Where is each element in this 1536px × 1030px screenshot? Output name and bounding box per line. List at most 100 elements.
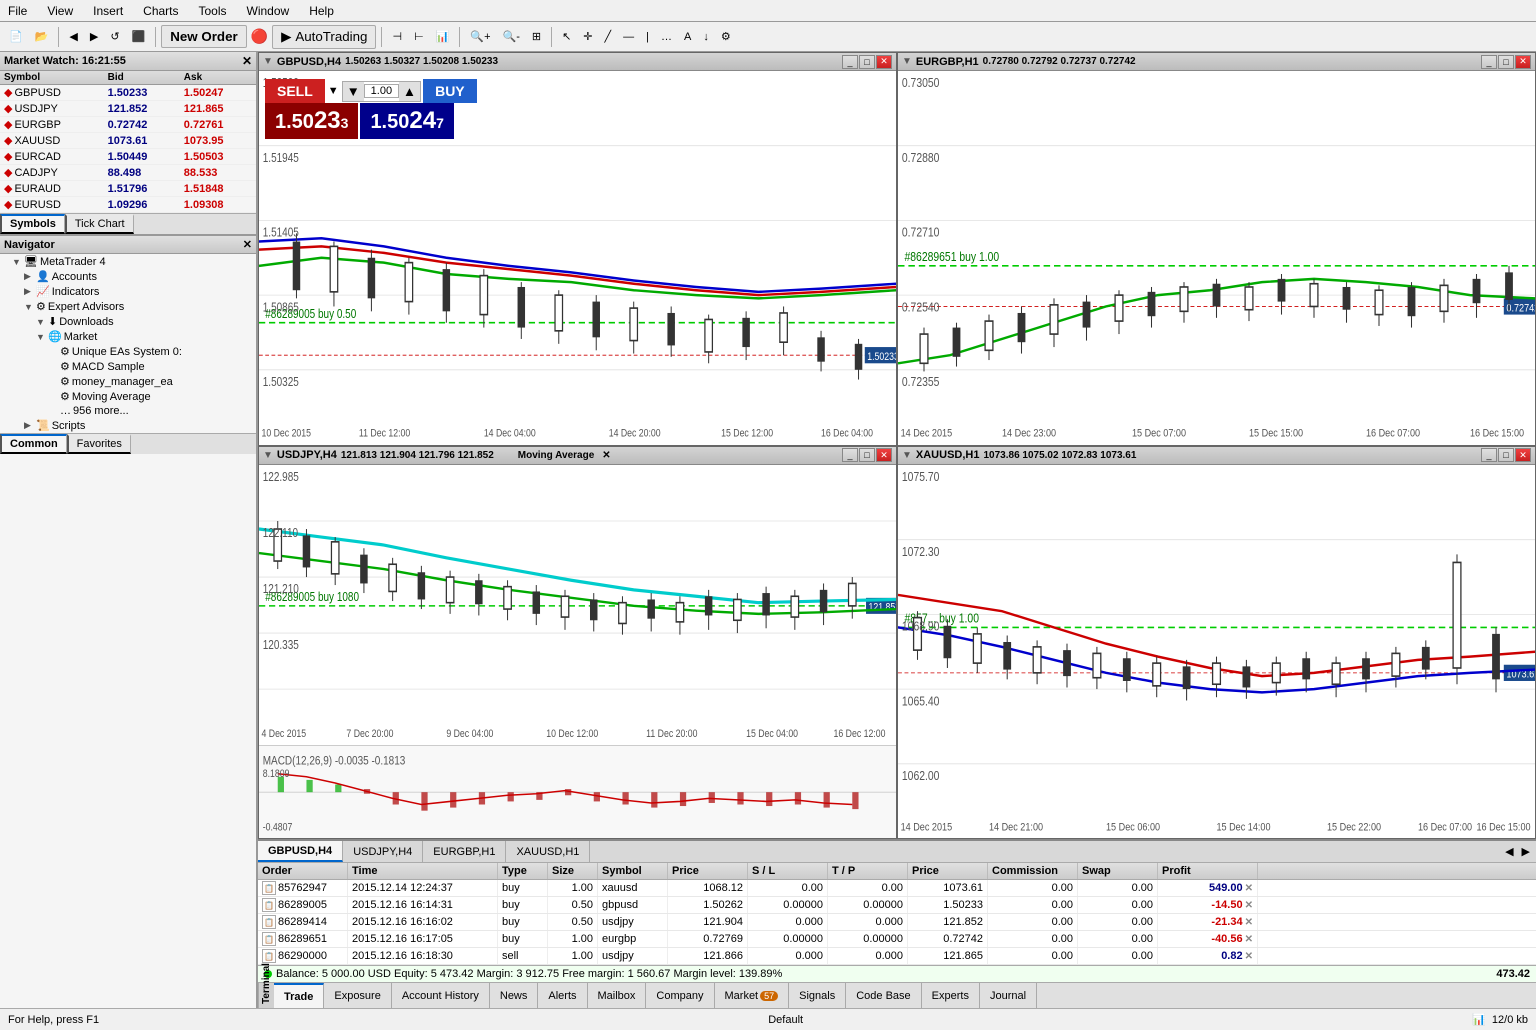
order-row[interactable]: 📋 86289005 2015.12.16 16:14:31 buy 0.50 … xyxy=(258,897,1536,914)
hline-btn[interactable]: — xyxy=(618,28,639,46)
nav-tree-item[interactable]: ▼🖥 MetaTrader 4 xyxy=(0,254,256,269)
stop-btn[interactable]: ⬛ xyxy=(127,27,151,46)
zoom-in-btn[interactable]: 🔍+ xyxy=(465,27,495,46)
forward-btn[interactable]: ▶ xyxy=(85,27,103,46)
chart-gbpusd-close[interactable]: ✕ xyxy=(876,55,892,69)
nav-tree-item[interactable]: ▼⬇ Downloads xyxy=(0,314,256,329)
crosshair-btn[interactable]: ✛ xyxy=(578,27,597,46)
nav-tree-item[interactable]: ⚙ Moving Average xyxy=(0,389,256,404)
chart-tab-0[interactable]: GBPUSD,H4 xyxy=(258,841,343,862)
grid-btn[interactable]: ⊞ xyxy=(527,27,546,46)
order-row[interactable]: 📋 86290000 2015.12.16 16:18:30 sell 1.00… xyxy=(258,948,1536,965)
nav-tree-item[interactable]: ▶📈 Indicators xyxy=(0,284,256,299)
buy-button[interactable]: BUY xyxy=(423,79,477,103)
chart-xauusd-restore[interactable]: □ xyxy=(1498,448,1514,462)
menu-tools[interactable]: Tools xyxy=(195,3,231,19)
market-row[interactable]: ◆EURAUD 1.51796 1.51848 xyxy=(0,181,256,197)
period-btn[interactable]: 📊 xyxy=(431,27,455,46)
chart-usdjpy-indicator-close[interactable]: ✕ xyxy=(602,450,610,461)
trade-tab[interactable]: Trade xyxy=(274,983,324,1008)
chart-usdjpy-minimize[interactable]: _ xyxy=(842,448,858,462)
close-order-btn[interactable]: ✕ xyxy=(1245,900,1253,911)
nav-tree-item[interactable]: ⚙ money_manager_ea xyxy=(0,374,256,389)
chart-usdjpy-restore[interactable]: □ xyxy=(859,448,875,462)
terminal-vertical-tab[interactable]: Terminal xyxy=(258,983,274,1008)
back-btn[interactable]: ◀ xyxy=(64,27,82,46)
close-order-btn[interactable]: ✕ xyxy=(1245,883,1253,894)
menu-charts[interactable]: Charts xyxy=(139,3,182,19)
chart-usdjpy-body[interactable]: #86289005 buy 1080 121.852 xyxy=(259,465,896,839)
tick-chart-tab[interactable]: Tick Chart xyxy=(65,214,134,234)
chart-gbpusd-restore[interactable]: □ xyxy=(859,55,875,69)
chart-tab-2[interactable]: EURGBP,H1 xyxy=(423,841,506,862)
sell-button[interactable]: SELL xyxy=(265,79,325,103)
mailbox-tab[interactable]: Mailbox xyxy=(588,983,647,1008)
lot-decrease[interactable]: ▼ xyxy=(343,82,364,101)
more-tools-btn[interactable]: ⚙ xyxy=(716,27,736,46)
chart-eurgbp-close[interactable]: ✕ xyxy=(1515,55,1531,69)
text-btn[interactable]: A xyxy=(679,28,696,46)
chart-xauusd-minimize[interactable]: _ xyxy=(1481,448,1497,462)
vline-btn[interactable]: | xyxy=(641,28,654,46)
chart-xauusd-close[interactable]: ✕ xyxy=(1515,448,1531,462)
chart-eurgbp-minimize[interactable]: _ xyxy=(1481,55,1497,69)
market-row[interactable]: ◆CADJPY 88.498 88.533 xyxy=(0,165,256,181)
market-row[interactable]: ◆USDJPY 121.852 121.865 xyxy=(0,101,256,117)
chart-tab-1[interactable]: USDJPY,H4 xyxy=(343,841,423,862)
open-btn[interactable]: 📂 xyxy=(30,27,54,46)
menu-insert[interactable]: Insert xyxy=(89,3,127,19)
nav-tree-item[interactable]: ⚙ MACD Sample xyxy=(0,359,256,374)
nav-tree-item[interactable]: ▶📜 Scripts xyxy=(0,418,256,433)
favorites-tab[interactable]: Favorites xyxy=(67,434,131,454)
nav-tree-item[interactable]: ⚙ Unique EAs System 0: xyxy=(0,344,256,359)
order-row[interactable]: 📋 85762947 2015.12.14 12:24:37 buy 1.00 … xyxy=(258,880,1536,897)
market-row[interactable]: ◆XAUUSD 1073.61 1073.95 xyxy=(0,133,256,149)
news-tab[interactable]: News xyxy=(490,983,539,1008)
chart-gbpusd-minimize[interactable]: _ xyxy=(842,55,858,69)
menu-window[interactable]: Window xyxy=(243,3,294,19)
symbols-tab[interactable]: Symbols xyxy=(0,214,65,234)
chart-usdjpy-close[interactable]: ✕ xyxy=(876,448,892,462)
new-order-button[interactable]: New Order xyxy=(161,25,246,48)
nav-tree-item[interactable]: … 956 more... xyxy=(0,404,256,418)
market-tab[interactable]: Market 57 xyxy=(715,983,790,1008)
tab-scroll-right[interactable]: ▶ xyxy=(1518,845,1534,858)
chart-xauusd-body[interactable]: #857... buy 1.00 1073.61 xyxy=(898,465,1535,839)
navigator-close[interactable]: ✕ xyxy=(243,238,252,251)
autotrading-button[interactable]: ▶ AutoTrading xyxy=(272,25,376,49)
period-sep-btn[interactable]: … xyxy=(656,28,677,46)
arrow-btn[interactable]: ↓ xyxy=(698,28,714,46)
company-tab[interactable]: Company xyxy=(646,983,714,1008)
close-order-btn[interactable]: ✕ xyxy=(1245,934,1253,945)
zoom-out-btn[interactable]: 🔍- xyxy=(498,27,525,46)
menu-view[interactable]: View xyxy=(43,3,77,19)
market-row[interactable]: ◆GBPUSD 1.50233 1.50247 xyxy=(0,85,256,101)
close-order-btn[interactable]: ✕ xyxy=(1245,951,1253,962)
account-history-tab[interactable]: Account History xyxy=(392,983,490,1008)
tab-scroll-left[interactable]: ◀ xyxy=(1501,845,1517,858)
chart-tab-3[interactable]: XAUUSD,H1 xyxy=(506,841,590,862)
line-btn[interactable]: ╱ xyxy=(600,27,617,46)
journal-tab[interactable]: Journal xyxy=(980,983,1037,1008)
cursor-btn[interactable]: ↖ xyxy=(557,27,576,46)
chart-shift-btn[interactable]: ⊣ xyxy=(387,27,407,46)
nav-tree-item[interactable]: ▼🌐 Market xyxy=(0,329,256,344)
exposure-tab[interactable]: Exposure xyxy=(324,983,391,1008)
new-document-btn[interactable]: 📄 xyxy=(4,27,28,46)
nav-tree-item[interactable]: ▶👤 Accounts xyxy=(0,269,256,284)
alerts-tab[interactable]: Alerts xyxy=(538,983,587,1008)
market-row[interactable]: ◆EURUSD 1.09296 1.09308 xyxy=(0,197,256,213)
sell-dropdown[interactable]: ▼ xyxy=(328,85,339,97)
menu-file[interactable]: File xyxy=(4,3,31,19)
experts-tab[interactable]: Experts xyxy=(922,983,980,1008)
chart-eurgbp-restore[interactable]: □ xyxy=(1498,55,1514,69)
lot-increase[interactable]: ▲ xyxy=(399,82,420,101)
signals-tab[interactable]: Signals xyxy=(789,983,846,1008)
code-base-tab[interactable]: Code Base xyxy=(846,983,921,1008)
order-row[interactable]: 📋 86289651 2015.12.16 16:17:05 buy 1.00 … xyxy=(258,931,1536,948)
nav-tree-item[interactable]: ▼⚙ Expert Advisors xyxy=(0,299,256,314)
market-watch-close[interactable]: ✕ xyxy=(242,54,252,68)
order-row[interactable]: 📋 86289414 2015.12.16 16:16:02 buy 0.50 … xyxy=(258,914,1536,931)
chart-gbpusd-body[interactable]: SELL ▼ ▼ ▲ BUY 1.50 23 3 xyxy=(259,71,896,445)
menu-help[interactable]: Help xyxy=(305,3,338,19)
